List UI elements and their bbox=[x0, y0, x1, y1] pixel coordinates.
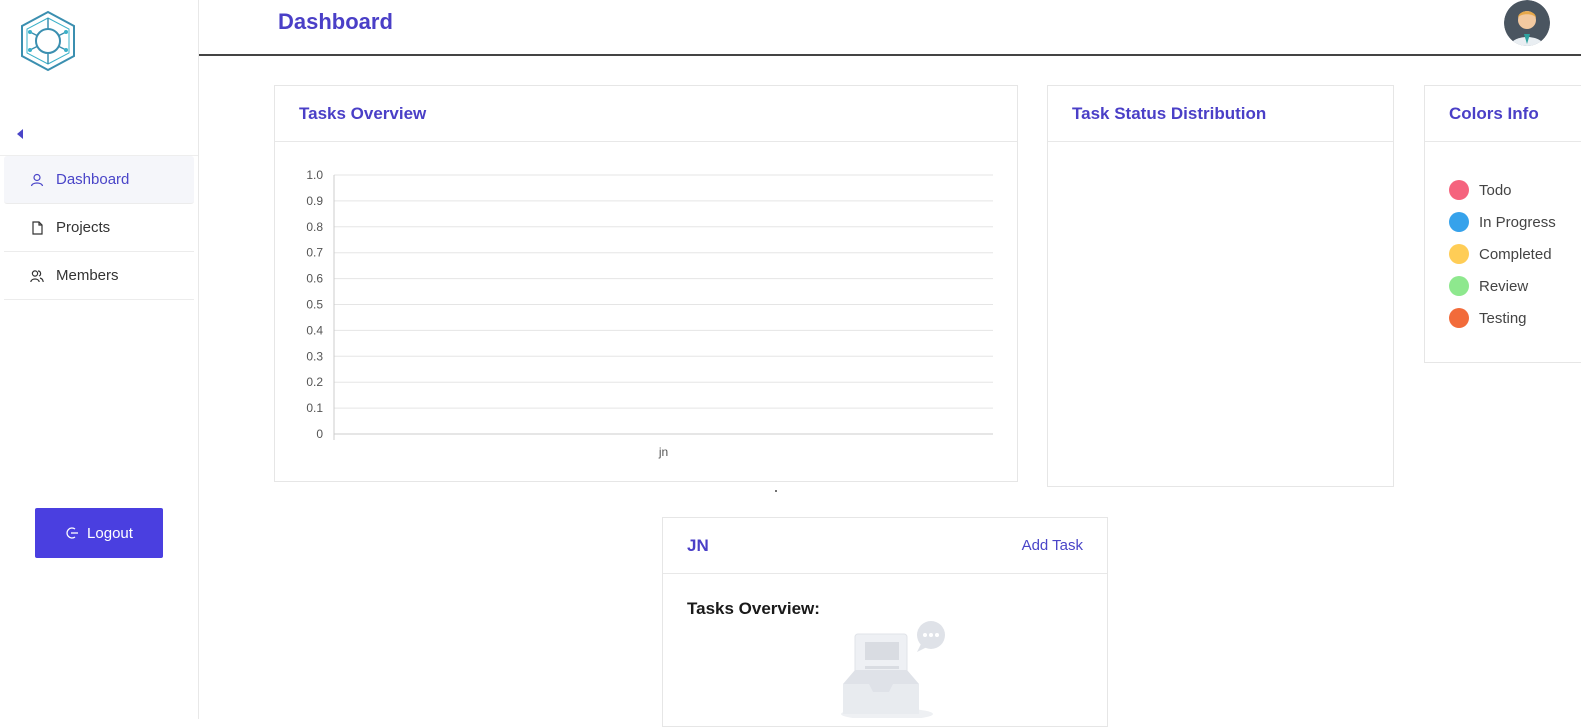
sidebar-item-label: Dashboard bbox=[56, 171, 130, 188]
status-color-dot bbox=[1449, 308, 1469, 328]
empty-inbox-icon bbox=[835, 618, 951, 720]
logout-icon bbox=[65, 526, 79, 540]
y-tick-label: 0.2 bbox=[306, 375, 323, 389]
y-tick-label: 0.9 bbox=[306, 194, 323, 208]
card-title: Tasks Overview bbox=[275, 86, 1017, 142]
tasks-overview-label: Tasks Overview: bbox=[687, 599, 820, 618]
app-logo-icon[interactable] bbox=[18, 10, 78, 72]
y-tick-label: 0.6 bbox=[306, 272, 323, 286]
y-tick-label: 0.7 bbox=[306, 246, 323, 260]
tasks-bar-chart: 0 0.1 0.2 0.3 0.4 0.5 0.6 0.7 0.8 0.9 1.0 jn bbox=[306, 168, 993, 459]
status-color-dot bbox=[1449, 180, 1469, 200]
tasks-overview-card: Tasks Overview 0 0.1 0.2 0.3 0.4 0.5 0.6 0.7 0.8… bbox=[274, 85, 1018, 482]
user-icon bbox=[30, 173, 44, 187]
project-card-header: JN Add Task bbox=[663, 518, 1107, 574]
y-tick-label: 0 bbox=[316, 427, 323, 441]
y-tick-label: 0.4 bbox=[306, 323, 323, 337]
users-icon bbox=[30, 269, 44, 283]
x-tick-label: jn bbox=[658, 445, 668, 459]
card-title: Colors Info bbox=[1425, 86, 1581, 142]
y-tick-label: 0.3 bbox=[306, 349, 323, 363]
status-color-dot bbox=[1449, 276, 1469, 296]
legend-label: Completed bbox=[1479, 245, 1552, 263]
collapse-sidebar-icon[interactable] bbox=[14, 126, 26, 142]
legend-item-review: Review bbox=[1449, 270, 1556, 302]
legend-item-testing: Testing bbox=[1449, 302, 1556, 334]
sidebar-nav: Dashboard Projects Members bbox=[0, 155, 198, 300]
task-status-distribution-card: Task Status Distribution bbox=[1047, 85, 1394, 487]
sidebar-item-projects[interactable]: Projects bbox=[4, 204, 194, 252]
colors-info-card: Colors Info Todo In Progress Completed R… bbox=[1424, 85, 1581, 363]
sidebar-item-dashboard[interactable]: Dashboard bbox=[4, 156, 194, 204]
y-tick-label: 0.8 bbox=[306, 220, 323, 234]
legend-item-todo: Todo bbox=[1449, 174, 1556, 206]
add-task-link[interactable]: Add Task bbox=[1022, 537, 1083, 554]
legend-item-in-progress: In Progress bbox=[1449, 206, 1556, 238]
status-color-dot bbox=[1449, 244, 1469, 264]
project-card: JN Add Task Tasks Overview: bbox=[662, 517, 1108, 727]
y-tick-label: 0.5 bbox=[306, 298, 323, 312]
card-title: Task Status Distribution bbox=[1048, 86, 1393, 142]
y-tick-label: 0.1 bbox=[306, 401, 323, 415]
color-legend: Todo In Progress Completed Review Testin… bbox=[1449, 174, 1556, 334]
avatar[interactable] bbox=[1504, 0, 1550, 46]
legend-label: Todo bbox=[1479, 181, 1512, 199]
status-color-dot bbox=[1449, 212, 1469, 232]
file-icon bbox=[30, 220, 44, 235]
project-name: JN bbox=[687, 535, 709, 555]
legend-label: Review bbox=[1479, 277, 1529, 295]
sidebar-item-label: Projects bbox=[56, 219, 111, 236]
page-title: Dashboard bbox=[278, 9, 393, 34]
legend-item-completed: Completed bbox=[1449, 238, 1556, 270]
sidebar: Dashboard Projects Members Logout bbox=[0, 0, 199, 719]
legend-label: Testing bbox=[1479, 309, 1527, 327]
sidebar-item-members[interactable]: Members bbox=[4, 252, 194, 300]
logout-button[interactable]: Logout bbox=[35, 508, 163, 558]
legend-label: In Progress bbox=[1479, 213, 1556, 231]
divider-dot bbox=[775, 490, 777, 492]
top-header: Dashboard bbox=[199, 0, 1581, 56]
y-tick-label: 1.0 bbox=[306, 168, 323, 182]
sidebar-item-label: Members bbox=[56, 267, 119, 284]
logout-label: Logout bbox=[87, 524, 133, 542]
